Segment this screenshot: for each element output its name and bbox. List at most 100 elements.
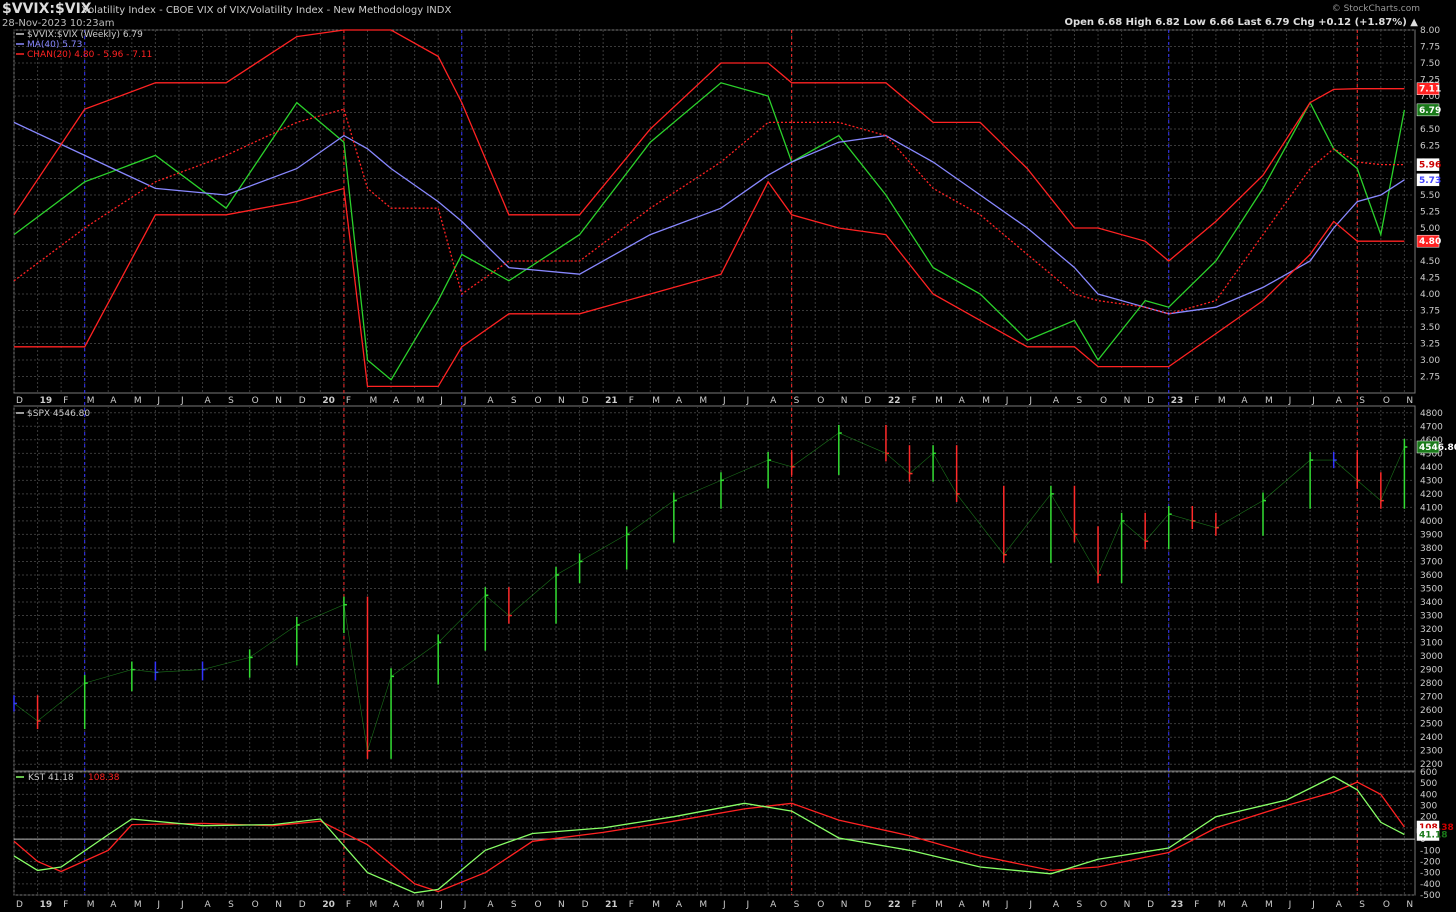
- x-tick-label-top: N: [275, 396, 282, 406]
- x-tick-label-bottom: A: [676, 900, 683, 910]
- x-tick-label-bottom: A: [1241, 900, 1248, 910]
- y-tick-label: 2700: [1420, 693, 1443, 703]
- y-tick-label: 4400: [1420, 463, 1443, 473]
- badge-chan-mid: 5.96: [1419, 161, 1441, 171]
- x-tick-label-top: A: [110, 396, 117, 406]
- x-tick-label-bottom: J: [746, 900, 750, 910]
- x-tick-label-top: D: [582, 396, 589, 406]
- y-tick-label: 400: [1420, 790, 1437, 800]
- y-tick-label: 3.00: [1420, 356, 1440, 366]
- x-tick-label-bottom: J: [156, 900, 160, 910]
- x-tick-label-top: O: [252, 396, 259, 406]
- x-tick-label-top: J: [1005, 396, 1009, 406]
- y-tick-label: -500: [1420, 891, 1441, 901]
- x-tick-label-top: F: [63, 396, 68, 406]
- x-tick-label-bottom: 20: [322, 900, 335, 910]
- x-tick-label-bottom: F: [346, 900, 351, 910]
- x-tick-label-top: F: [629, 396, 634, 406]
- x-tick-label-top: J: [1028, 396, 1032, 406]
- y-tick-label: 6.50: [1420, 125, 1440, 135]
- x-tick-label-bottom: S: [511, 900, 517, 910]
- badge-kst-last: 41.18: [1419, 830, 1447, 840]
- x-tick-label-top: D: [864, 396, 871, 406]
- y-tick-label: 4200: [1420, 490, 1443, 500]
- x-tick-label-bottom: O: [817, 900, 824, 910]
- y-tick-label: 3700: [1420, 557, 1443, 567]
- x-tick-label-bottom: M: [1218, 900, 1226, 910]
- y-tick-label: 5.50: [1420, 191, 1440, 201]
- x-tick-label-top: J: [463, 396, 467, 406]
- x-tick-label-top: N: [1124, 396, 1131, 406]
- legend-channel: CHAN(20) 4.80 - 5.96 - 7.11: [27, 50, 152, 60]
- x-tick-label-bottom: A: [487, 900, 494, 910]
- x-tick-label-top: J: [722, 396, 726, 406]
- x-tick-label-bottom: S: [1076, 900, 1082, 910]
- x-tick-label-top: O: [1100, 396, 1107, 406]
- y-tick-label: 3.75: [1420, 307, 1440, 317]
- x-tick-label-top: A: [676, 396, 683, 406]
- x-tick-label-top: M: [417, 396, 425, 406]
- x-tick-label-bottom: O: [252, 900, 259, 910]
- x-tick-label-bottom: A: [770, 900, 777, 910]
- x-tick-label-bottom: J: [180, 900, 184, 910]
- x-tick-label-bottom: M: [134, 900, 142, 910]
- x-tick-label-top: A: [1053, 396, 1060, 406]
- x-tick-label-top: F: [912, 396, 917, 406]
- y-tick-label: 4700: [1420, 422, 1443, 432]
- x-tick-label-top: J: [180, 396, 184, 406]
- y-tick-label: 3400: [1420, 598, 1443, 608]
- y-tick-label: 4000: [1420, 517, 1443, 527]
- x-tick-label-top: M: [699, 396, 707, 406]
- y-tick-label: -400: [1420, 880, 1441, 890]
- x-tick-label-top: D: [1147, 396, 1154, 406]
- badge-chan-upper: 7.11: [1419, 85, 1441, 95]
- x-tick-label-bottom: S: [228, 900, 234, 910]
- x-tick-label-top: F: [346, 396, 351, 406]
- x-tick-label-bottom: S: [794, 900, 800, 910]
- y-tick-label: 8.00: [1420, 26, 1440, 36]
- y-tick-label: 3800: [1420, 544, 1443, 554]
- y-tick-label: 4300: [1420, 476, 1443, 486]
- x-tick-label-bottom: 19: [40, 900, 53, 910]
- x-tick-label-top: O: [817, 396, 824, 406]
- x-tick-label-bottom: J: [463, 900, 467, 910]
- x-tick-label-bottom: N: [275, 900, 282, 910]
- y-tick-label: 300: [1420, 802, 1437, 812]
- x-tick-label-bottom: J: [1028, 900, 1032, 910]
- x-tick-label-bottom: J: [1005, 900, 1009, 910]
- x-tick-label-top: M: [935, 396, 943, 406]
- x-tick-label-bottom: N: [1406, 900, 1413, 910]
- x-tick-label-top: O: [534, 396, 541, 406]
- x-tick-label-bottom: J: [1288, 900, 1292, 910]
- y-tick-label: 2800: [1420, 679, 1443, 689]
- y-tick-label: 600: [1420, 768, 1437, 778]
- x-tick-label-bottom: A: [205, 900, 212, 910]
- y-tick-label: 2.75: [1420, 373, 1440, 383]
- y-tick-label: 500: [1420, 779, 1437, 789]
- x-tick-label-top: O: [1383, 396, 1390, 406]
- x-tick-label-bottom: 22: [888, 900, 901, 910]
- x-tick-label-bottom: D: [864, 900, 871, 910]
- x-tick-label-bottom: F: [63, 900, 68, 910]
- x-tick-label-bottom: D: [16, 900, 23, 910]
- x-tick-label-top: F: [1194, 396, 1199, 406]
- x-tick-label-bottom: M: [1265, 900, 1273, 910]
- x-tick-label-bottom: O: [1100, 900, 1107, 910]
- x-tick-label-bottom: O: [534, 900, 541, 910]
- x-tick-label-top: N: [841, 396, 848, 406]
- x-tick-label-top: N: [558, 396, 565, 406]
- x-tick-label-bottom: M: [369, 900, 377, 910]
- x-tick-label-top: M: [982, 396, 990, 406]
- y-tick-label: 2600: [1420, 706, 1443, 716]
- y-tick-label: 7.75: [1420, 43, 1440, 53]
- x-tick-label-top: 22: [888, 396, 901, 406]
- x-tick-label-top: D: [16, 396, 23, 406]
- y-tick-label: 2300: [1420, 747, 1443, 757]
- x-tick-label-top: A: [205, 396, 212, 406]
- x-tick-label-top: S: [794, 396, 800, 406]
- x-tick-label-bottom: A: [1053, 900, 1060, 910]
- x-tick-label-bottom: M: [652, 900, 660, 910]
- x-tick-label-bottom: J: [1311, 900, 1315, 910]
- chart-canvas: D D 19 19 F F M M A A M M J J J J A A S S O O N N D D 20 20 F F M M A A M M…: [13, 26, 1456, 910]
- x-tick-label-top: A: [1241, 396, 1248, 406]
